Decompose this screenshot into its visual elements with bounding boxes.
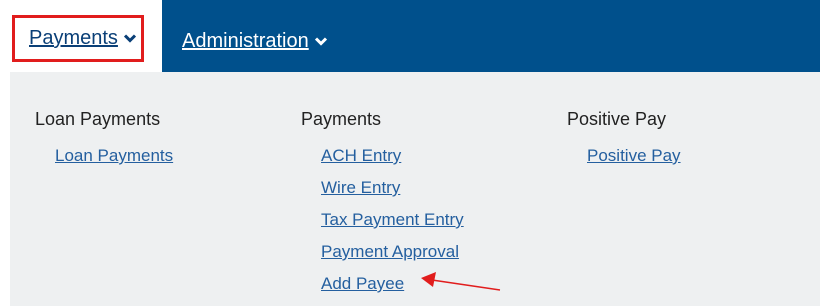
link-tax-payment-entry[interactable]: Tax Payment Entry (321, 204, 464, 236)
link-loan-payments[interactable]: Loan Payments (55, 140, 173, 172)
link-ach-entry[interactable]: ACH Entry (321, 140, 464, 172)
chevron-down-icon (123, 34, 136, 43)
link-add-payee[interactable]: Add Payee (321, 268, 464, 300)
payments-dropdown-panel: Loan Payments Loan Payments Payments ACH… (10, 72, 820, 306)
chevron-down-icon (314, 36, 327, 46)
link-positive-pay[interactable]: Positive Pay (587, 140, 681, 172)
nav-administration-label: Administration (182, 29, 309, 52)
column-heading: Payments (301, 109, 382, 129)
link-payment-approval[interactable]: Payment Approval (321, 236, 464, 268)
top-navbar: Payments Administration (0, 0, 820, 72)
column-positive-pay: Positive Pay Positive Pay (567, 108, 681, 172)
link-wire-entry[interactable]: Wire Entry (321, 172, 464, 204)
column-heading: Loan Payments (35, 109, 161, 129)
column-heading: Positive Pay (567, 109, 667, 129)
nav-administration-menu[interactable]: Administration (182, 26, 327, 56)
column-payments: Payments ACH Entry Wire Entry Tax Paymen… (301, 108, 464, 300)
nav-payments-menu[interactable]: Payments (12, 15, 144, 62)
nav-payments-label: Payments (29, 27, 118, 49)
column-loan-payments: Loan Payments Loan Payments (35, 108, 173, 172)
